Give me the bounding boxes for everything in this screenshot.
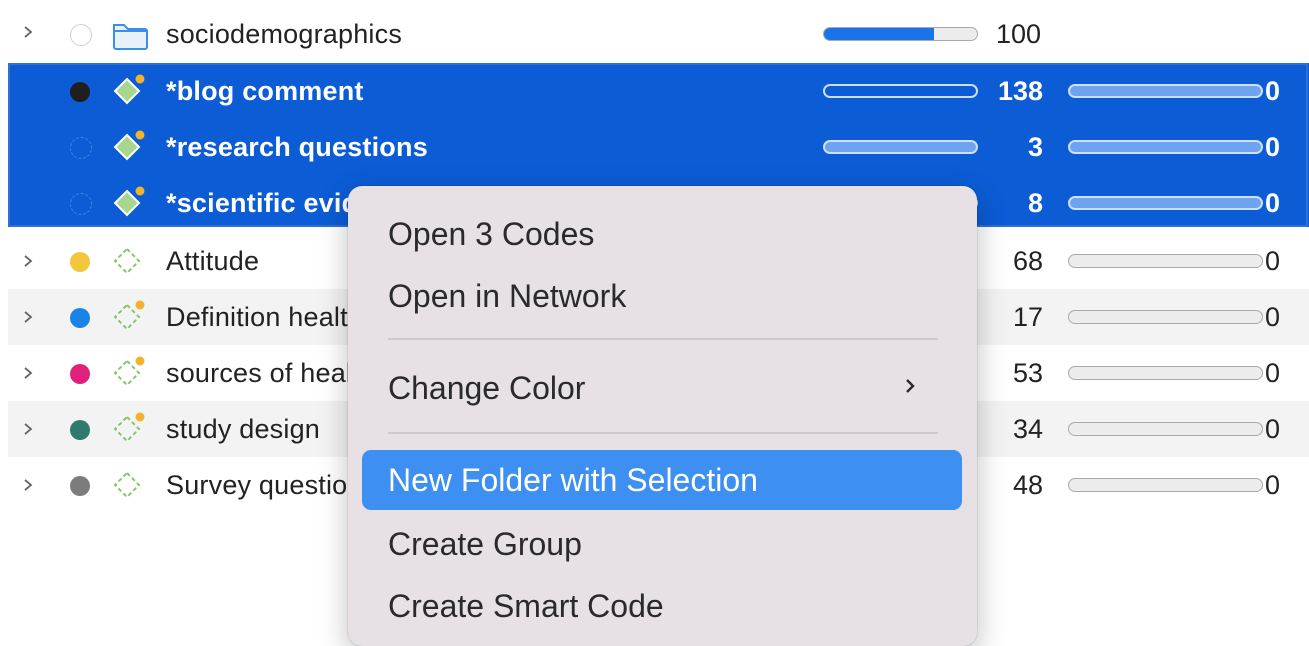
chevron-right-icon[interactable]	[22, 255, 34, 267]
menu-item-label: Create Group	[388, 526, 582, 562]
frequency-bar	[823, 27, 978, 41]
frequency-count: 8	[1027, 188, 1043, 218]
chevron-right-icon[interactable]	[22, 311, 34, 323]
menu-item-label: Change Color	[388, 370, 586, 406]
density-count: 0	[1265, 302, 1281, 332]
color-dot	[70, 82, 90, 102]
list-item-blog-comment[interactable]: *blog comment 138 0	[8, 63, 1309, 119]
color-dot	[70, 308, 90, 328]
density-bar	[1068, 366, 1263, 380]
chevron-right-icon[interactable]	[22, 367, 34, 379]
density-count: 0	[1265, 246, 1281, 276]
frequency-count: 138	[997, 76, 1043, 106]
density-bar	[1068, 478, 1263, 492]
density-count: 0	[1265, 132, 1281, 162]
code-diamond-icon	[113, 247, 141, 275]
code-diamond-icon	[113, 74, 145, 105]
item-name: *research questions	[166, 132, 428, 162]
item-name: *blog comment	[166, 76, 364, 106]
density-count: 0	[1265, 76, 1281, 106]
density-bar	[1068, 196, 1263, 210]
density-bar	[1068, 310, 1263, 324]
code-diamond-icon	[113, 300, 145, 331]
frequency-count: 17	[1012, 302, 1043, 332]
menu-separator	[388, 338, 938, 340]
frequency-count: 100	[996, 19, 1042, 49]
frequency-count: 48	[1012, 470, 1043, 500]
density-count: 0	[1265, 358, 1281, 388]
menu-item-create-smart-code[interactable]: Create Smart Code	[362, 576, 962, 634]
chevron-right-icon	[906, 379, 915, 393]
item-name: Survey questions	[166, 470, 377, 500]
density-count: 0	[1265, 414, 1281, 444]
density-bar	[1068, 140, 1263, 154]
frequency-count: 68	[1012, 246, 1043, 276]
menu-item-new-folder-with-selection[interactable]: New Folder with Selection	[362, 450, 962, 510]
menu-item-change-color[interactable]: Change Color	[362, 358, 962, 416]
menu-item-label: Open 3 Codes	[388, 216, 595, 252]
list-item-research-questions[interactable]: *research questions 3 0	[8, 119, 1309, 175]
list-item-sociodemographics[interactable]: sociodemographics 100	[8, 6, 1309, 62]
frequency-count: 3	[1027, 132, 1043, 162]
menu-item-label: New Folder with Selection	[388, 462, 758, 498]
chevron-right-icon[interactable]	[22, 26, 34, 38]
menu-item-label: Open in Network	[388, 278, 627, 314]
menu-item-open-codes[interactable]: Open 3 Codes	[362, 204, 962, 262]
color-dot	[70, 476, 90, 496]
color-dot	[70, 420, 90, 440]
density-count: 0	[1265, 470, 1281, 500]
code-diamond-icon	[113, 471, 141, 499]
color-dot	[70, 137, 92, 159]
item-name: sociodemographics	[166, 19, 403, 49]
density-count: 0	[1265, 188, 1281, 218]
folder-icon	[113, 24, 148, 50]
menu-item-open-in-network[interactable]: Open in Network	[362, 266, 962, 324]
chevron-right-icon[interactable]	[22, 423, 34, 435]
item-name: Attitude	[166, 246, 260, 276]
item-name: study design	[166, 414, 320, 444]
chevron-right-icon[interactable]	[22, 479, 34, 491]
code-diamond-icon	[113, 130, 145, 161]
density-bar	[1068, 254, 1263, 268]
color-dot	[70, 252, 90, 272]
code-diamond-icon	[113, 186, 145, 217]
color-dot	[70, 24, 92, 46]
frequency-count: 53	[1012, 358, 1043, 388]
frequency-bar	[823, 84, 978, 98]
density-bar	[1068, 422, 1263, 436]
menu-item-create-group[interactable]: Create Group	[362, 514, 962, 572]
menu-item-label: Create Smart Code	[388, 588, 664, 624]
menu-separator	[388, 432, 938, 434]
density-bar	[1068, 84, 1263, 98]
context-menu: Open 3 Codes Open in Network Change Colo…	[348, 186, 977, 646]
code-diamond-icon	[113, 356, 145, 387]
color-dot	[70, 193, 92, 215]
frequency-bar	[823, 140, 978, 154]
color-dot	[70, 364, 90, 384]
frequency-count: 34	[1012, 414, 1043, 444]
code-diamond-icon	[113, 412, 145, 443]
